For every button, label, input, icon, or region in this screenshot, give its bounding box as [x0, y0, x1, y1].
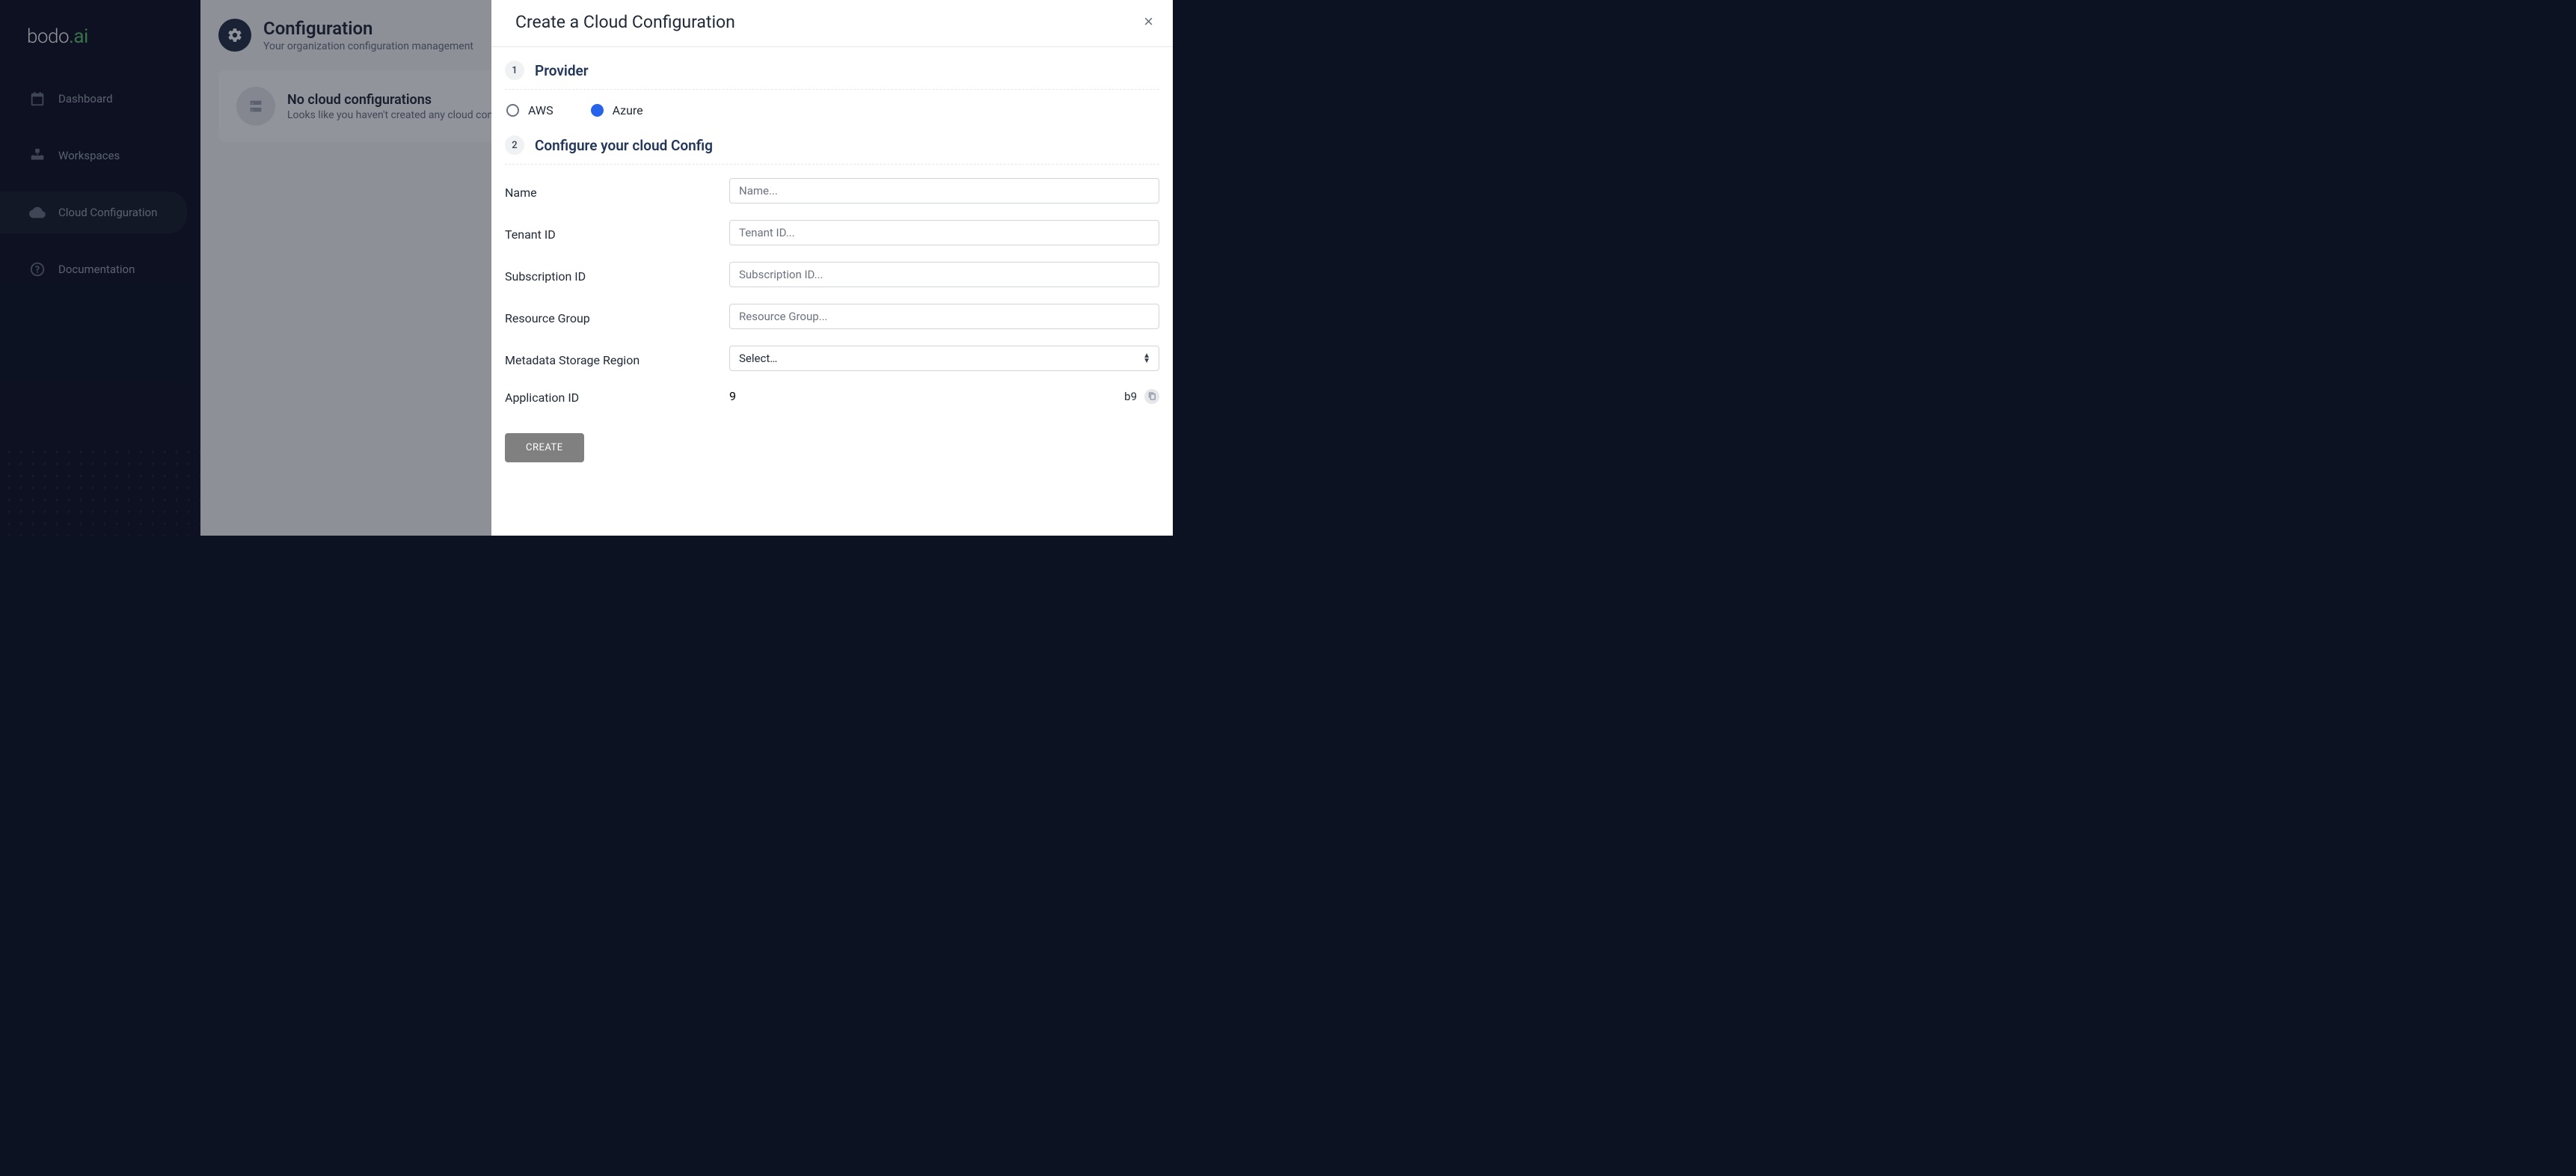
- form-row-resource: Resource Group: [505, 304, 1159, 329]
- panel-title: Create a Cloud Configuration: [515, 12, 735, 32]
- copy-icon: [1148, 392, 1156, 400]
- field-label: Resource Group: [505, 308, 729, 325]
- subscription-id-input[interactable]: [729, 262, 1159, 287]
- step-number: 1: [505, 61, 524, 80]
- close-icon: ×: [1144, 12, 1153, 31]
- create-cloud-config-panel: Create a Cloud Configuration × 1 Provide…: [491, 0, 1173, 536]
- field-label: Application ID: [505, 388, 729, 405]
- radio-unselected-icon: [506, 104, 519, 117]
- panel-body: 1 Provider AWS Azure 2 Configure your cl…: [491, 47, 1173, 476]
- step-1-header: 1 Provider: [505, 61, 1159, 90]
- field-label: Name: [505, 183, 729, 200]
- resource-group-input[interactable]: [729, 304, 1159, 329]
- radio-label: Azure: [613, 103, 643, 117]
- create-button[interactable]: CREATE: [505, 433, 584, 462]
- step-title: Provider: [535, 62, 589, 79]
- field-label: Metadata Storage Region: [505, 350, 729, 367]
- form-row-appid: Application ID 9 b9: [505, 388, 1159, 405]
- form-row-name: Name: [505, 178, 1159, 203]
- provider-option-aws[interactable]: AWS: [506, 103, 553, 117]
- region-select[interactable]: Select…: [729, 346, 1159, 371]
- field-label: Tenant ID: [505, 224, 729, 242]
- radio-selected-icon: [591, 104, 604, 117]
- step-2-header: 2 Configure your cloud Config: [505, 135, 1159, 165]
- step-title: Configure your cloud Config: [535, 137, 713, 154]
- app-id-value-left: 9: [729, 389, 736, 403]
- copy-button[interactable]: [1144, 389, 1159, 404]
- provider-radio-group: AWS Azure: [505, 103, 1159, 117]
- provider-option-azure[interactable]: Azure: [591, 103, 643, 117]
- tenant-id-input[interactable]: [729, 220, 1159, 245]
- field-label: Subscription ID: [505, 266, 729, 284]
- form-row-tenant: Tenant ID: [505, 220, 1159, 245]
- panel-header: Create a Cloud Configuration ×: [491, 0, 1173, 47]
- close-button[interactable]: ×: [1138, 10, 1159, 33]
- form-row-region: Metadata Storage Region Select… ▲▼: [505, 346, 1159, 371]
- form-row-subscription: Subscription ID: [505, 262, 1159, 287]
- app-id-value-right: b9: [1124, 390, 1137, 403]
- step-number: 2: [505, 135, 524, 155]
- radio-label: AWS: [528, 103, 553, 117]
- name-input[interactable]: [729, 178, 1159, 203]
